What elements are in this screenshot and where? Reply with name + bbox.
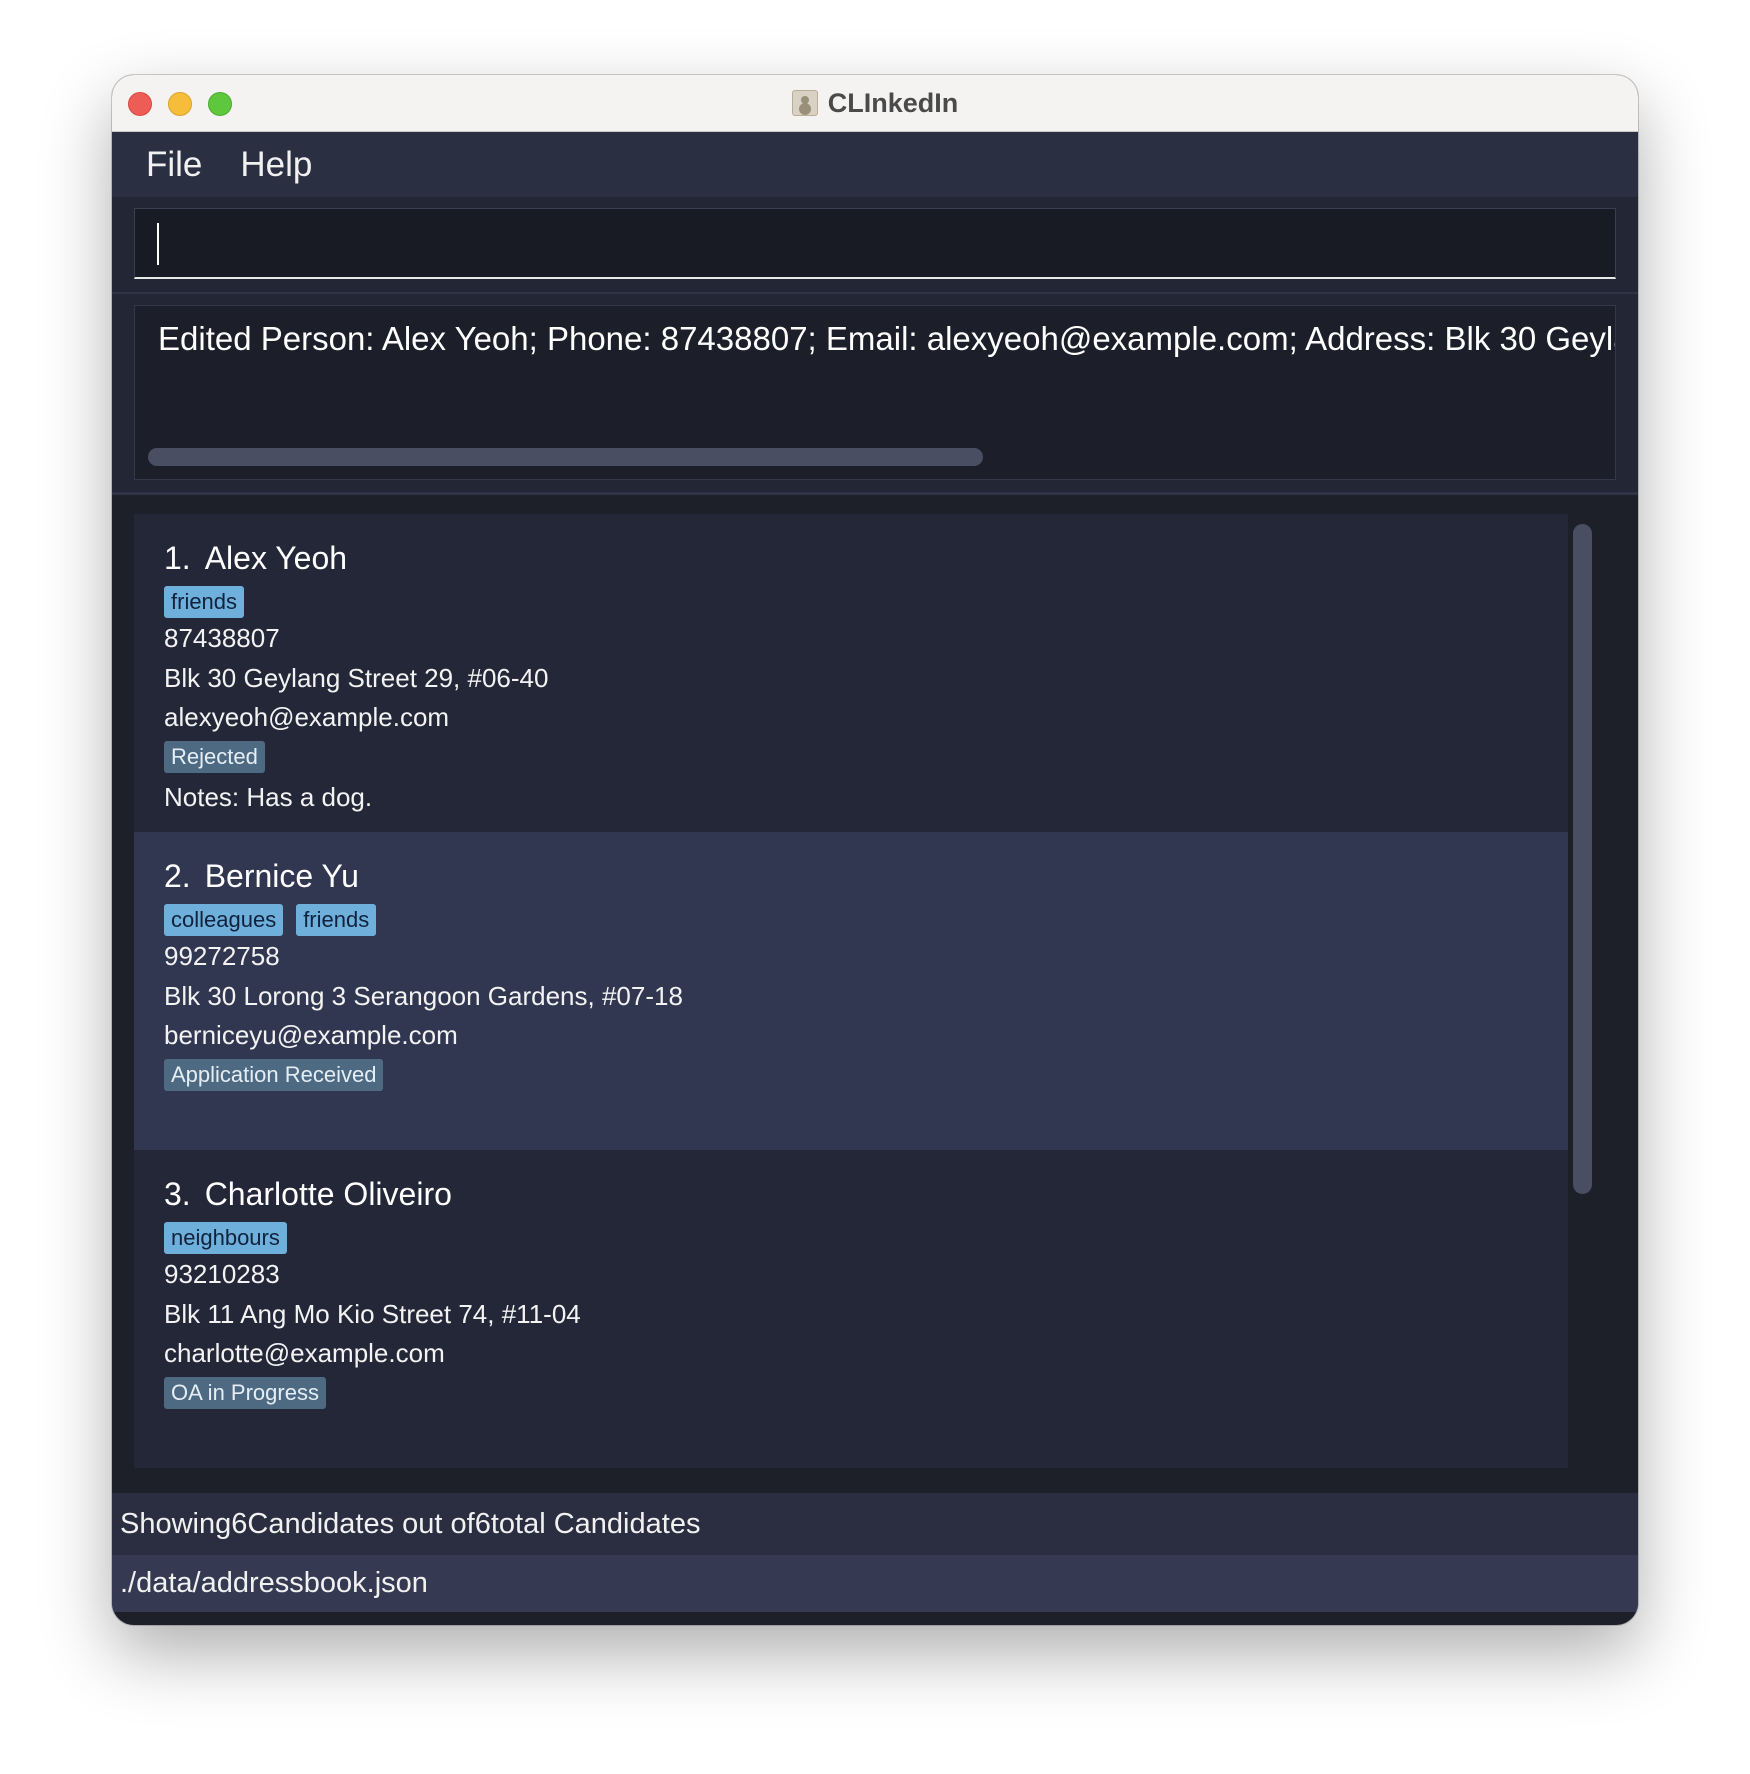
- person-name-row: 2. Bernice Yu: [164, 854, 1568, 898]
- status-badge: Application Received: [164, 1058, 384, 1091]
- person-name: Charlotte Oliveiro: [204, 1176, 452, 1212]
- tag-chip: friends: [296, 904, 377, 936]
- menu-help[interactable]: Help: [240, 145, 312, 185]
- person-address: Blk 11 Ang Mo Kio Street 74, #11-04: [164, 1298, 581, 1329]
- showing-label: Showing: [120, 1507, 232, 1540]
- candidates-out-of-label: Candidates out of: [247, 1507, 475, 1540]
- person-notes: [164, 1414, 1568, 1452]
- window-controls: [128, 92, 232, 116]
- tag-list: friends: [164, 586, 1568, 619]
- save-file-path: ./data/addressbook.json: [120, 1567, 428, 1599]
- person-phone: 93210283: [164, 1259, 280, 1289]
- person-name-row: 1. Alex Yeoh: [164, 536, 1568, 580]
- tag-list: colleagues friends: [164, 904, 1568, 937]
- result-horizontal-scrollbar[interactable]: [148, 448, 983, 466]
- result-area: Edited Person: Alex Yeoh; Phone: 8743880…: [112, 292, 1638, 492]
- status-row: Rejected: [164, 738, 1568, 778]
- text-caret: [157, 223, 159, 265]
- command-input[interactable]: [134, 208, 1616, 279]
- person-notes: Notes: Has a dog.: [164, 781, 373, 812]
- status-row: Application Received: [164, 1056, 1568, 1096]
- window-title: CLInkedIn: [827, 87, 959, 118]
- person-address: Blk 30 Lorong 3 Serangoon Gardens, #07-1…: [164, 980, 683, 1011]
- tag-chip: colleagues: [164, 904, 284, 936]
- person-address: Blk 30 Geylang Street 29, #06-40: [164, 662, 549, 693]
- tag-chip: friends: [164, 586, 245, 618]
- person-phone: 87438807: [164, 623, 280, 653]
- person-phone: 99272758: [164, 941, 280, 971]
- tag-list: neighbours: [164, 1222, 1568, 1255]
- person-email: berniceyu@example.com: [164, 1020, 458, 1050]
- menu-bar: File Help: [112, 132, 1638, 197]
- person-index: 1.: [164, 540, 191, 576]
- person-index: 3.: [164, 1176, 191, 1212]
- person-name: Bernice Yu: [204, 858, 359, 894]
- shown-count: 6: [231, 1507, 248, 1540]
- person-name-row: 3. Charlotte Oliveiro: [164, 1172, 1568, 1216]
- minimize-window-button[interactable]: [168, 92, 192, 116]
- result-text: Edited Person: Alex Yeoh; Phone: 8743880…: [158, 320, 1615, 357]
- app-window: CLInkedIn File Help Edited Person: Alex …: [112, 75, 1638, 1625]
- command-area: [112, 197, 1638, 292]
- title-bar[interactable]: CLInkedIn: [112, 75, 1638, 132]
- result-display[interactable]: Edited Person: Alex Yeoh; Phone: 8743880…: [134, 305, 1616, 480]
- total-count: 6: [474, 1507, 491, 1540]
- status-badge: OA in Progress: [164, 1376, 326, 1409]
- window-title-group: CLInkedIn: [791, 87, 959, 119]
- person-name: Alex Yeoh: [204, 540, 348, 576]
- person-list-panel: 1. Alex Yeoh friends 87438807 Blk 30 Gey…: [112, 492, 1638, 1493]
- person-notes: [164, 1096, 1568, 1134]
- total-candidates-label: total Candidates: [490, 1507, 701, 1540]
- person-card[interactable]: 1. Alex Yeoh friends 87438807 Blk 30 Gey…: [134, 514, 1568, 832]
- list-vertical-scrollbar[interactable]: [1573, 524, 1592, 1194]
- menu-file[interactable]: File: [146, 145, 202, 185]
- person-list[interactable]: 1. Alex Yeoh friends 87438807 Blk 30 Gey…: [134, 514, 1568, 1470]
- file-path-bar: ./data/addressbook.json: [112, 1555, 1638, 1612]
- maximize-window-button[interactable]: [208, 92, 232, 116]
- status-badge: Rejected: [164, 740, 265, 773]
- person-email: alexyeoh@example.com: [164, 702, 450, 732]
- close-window-button[interactable]: [128, 92, 152, 116]
- person-card[interactable]: 3. Charlotte Oliveiro neighbours 9321028…: [134, 1150, 1568, 1468]
- candidate-count-bar: Showing 6 Candidates out of 6 total Cand…: [112, 1493, 1638, 1555]
- address-book-icon: [791, 90, 818, 116]
- person-card[interactable]: 2. Bernice Yu colleagues friends 9927275…: [134, 832, 1568, 1150]
- person-index: 2.: [164, 858, 191, 894]
- status-row: OA in Progress: [164, 1374, 1568, 1414]
- tag-chip: neighbours: [164, 1222, 287, 1254]
- person-email: charlotte@example.com: [164, 1338, 445, 1368]
